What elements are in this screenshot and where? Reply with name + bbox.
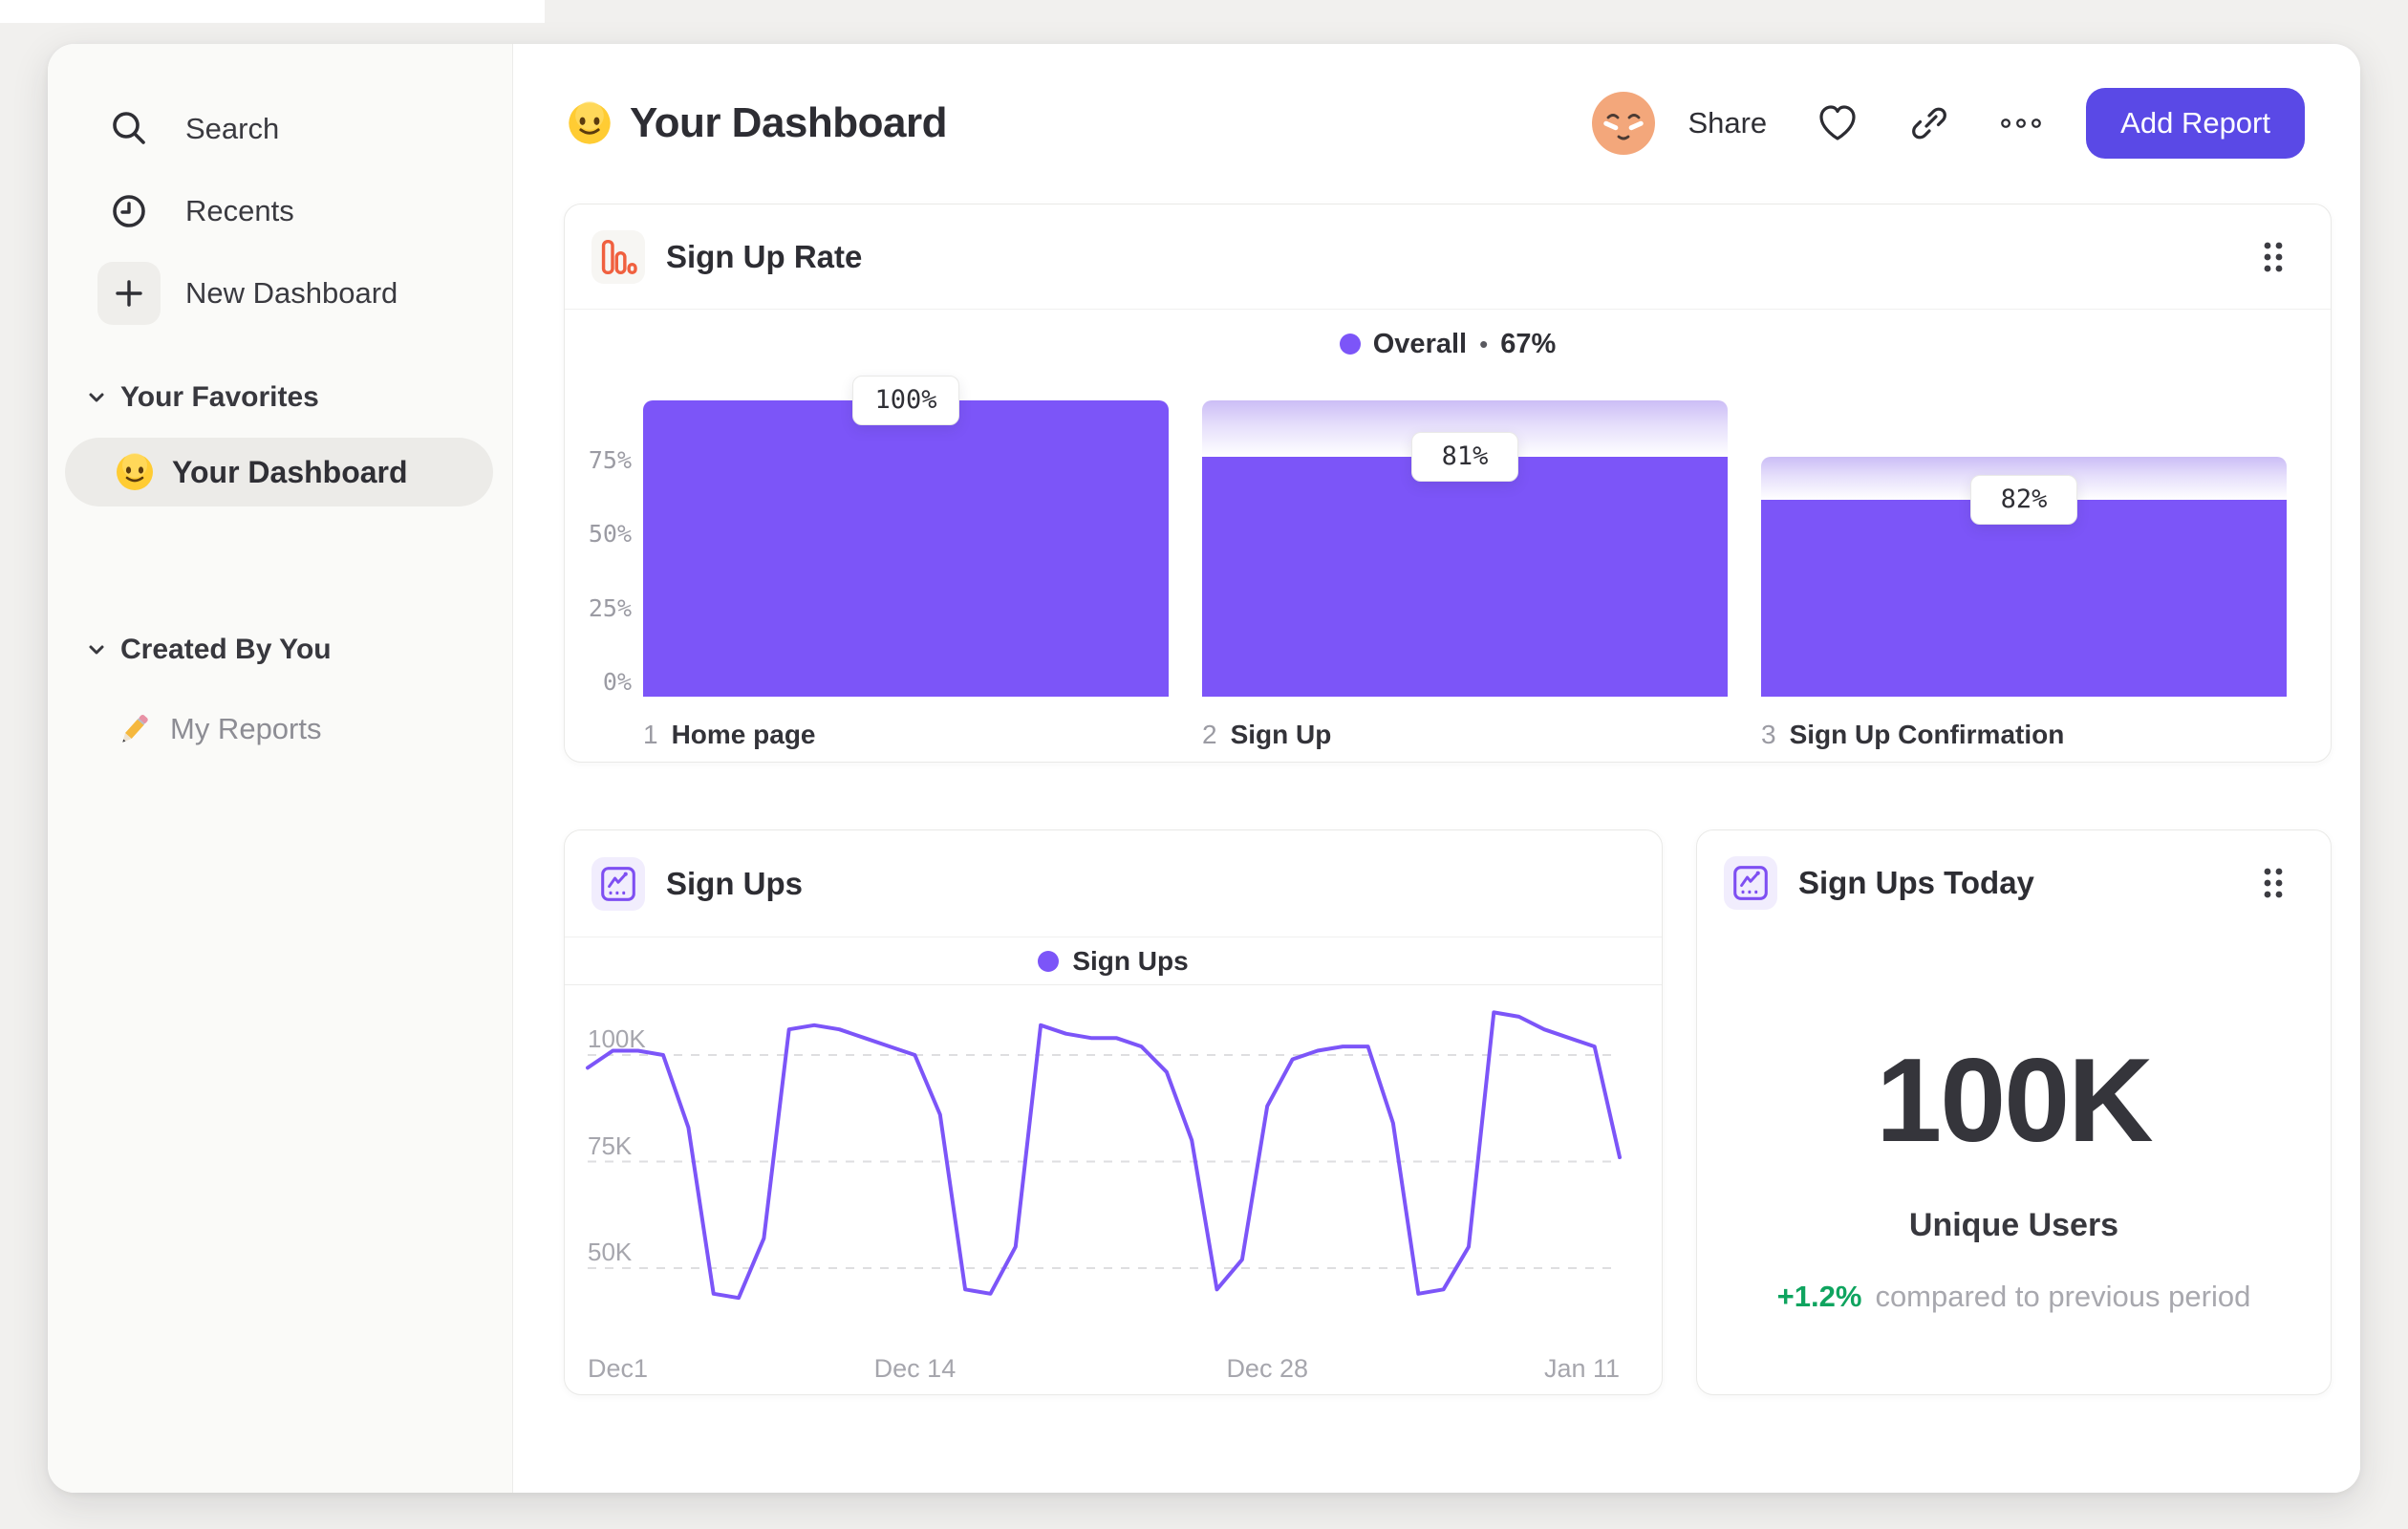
- plus-icon: [97, 262, 161, 325]
- sign-ups-card: Sign Ups Sign Ups 100K 75K 50K Dec1 Dec 14 D…: [564, 829, 1663, 1395]
- funnel-step-name: Sign Up Confirmation: [1789, 720, 2065, 749]
- funnel-step-name: Home page: [671, 720, 816, 749]
- funnel-step-index: 3: [1761, 720, 1776, 749]
- line-y-tick-label: 100K: [588, 1024, 646, 1053]
- line-y-tick-label: 50K: [588, 1238, 633, 1266]
- funnel-bars-icon: [591, 229, 645, 284]
- funnel-conversion-tooltip: 82%: [1970, 475, 2077, 526]
- main-content: Your Dashboard Share Add Report Sign Up …: [513, 44, 2360, 1493]
- funnel-conversion-tooltip: 81%: [1411, 431, 1518, 482]
- funnel-step-index: 2: [1202, 720, 1217, 749]
- legend-separator: •: [1479, 329, 1489, 358]
- line-legend: Sign Ups: [565, 937, 1662, 985]
- line-x-tick-label: Dec 28: [1226, 1354, 1308, 1383]
- legend-overall-value: 67%: [1500, 328, 1557, 359]
- line-x-tick-label: Dec1: [588, 1354, 649, 1383]
- funnel-step-label: 3 Sign Up Confirmation: [1761, 720, 2064, 750]
- line-chart-plot: 100K 75K 50K: [586, 985, 1622, 1346]
- stat-value: 100K: [1876, 1035, 2153, 1167]
- search-icon: [97, 97, 161, 161]
- sidebar-section-your-favorites[interactable]: Your Favorites: [48, 369, 512, 426]
- funnel-y-tick-label: 75%: [588, 445, 632, 474]
- funnel-legend: Overall • 67%: [565, 317, 2331, 371]
- line-x-tick-label: Dec 14: [873, 1354, 957, 1383]
- sidebar-section-created-by-you[interactable]: Created By You: [48, 621, 512, 678]
- legend-series-name: Sign Ups: [1072, 945, 1189, 976]
- app-panel: Search Recents New Dashboard Your Favori…: [48, 44, 2360, 1493]
- drag-handle-icon[interactable]: [2256, 862, 2290, 904]
- sidebar-item-label: New Dashboard: [185, 276, 398, 310]
- funnel-bar-dropoff: [1202, 400, 1728, 457]
- add-report-button[interactable]: Add Report: [2086, 87, 2305, 159]
- sidebar-item-recents[interactable]: Recents: [48, 170, 512, 252]
- sign-ups-today-card: Sign Ups Today 100K Unique Users +1.2% c…: [1696, 829, 2332, 1395]
- sign-up-rate-card: Sign Up Rate Overall • 67% 75% 50% 25% 0% 10…: [564, 204, 2332, 763]
- legend-series-name: Overall: [1372, 328, 1468, 359]
- more-dots-icon[interactable]: [2000, 102, 2042, 144]
- card-header: Sign Ups Today: [1697, 830, 2331, 936]
- avatar[interactable]: [1592, 91, 1656, 155]
- sidebar-item-search[interactable]: Search: [48, 88, 512, 170]
- sidebar-item-label: Search: [185, 112, 280, 145]
- funnel-bar: [1202, 456, 1728, 697]
- funnel-step-index: 1: [643, 720, 658, 749]
- page-title: Your Dashboard: [630, 98, 948, 146]
- stat-sublabel: Unique Users: [1908, 1207, 2119, 1243]
- card-title: Sign Up Rate: [666, 238, 863, 274]
- page-header: Your Dashboard Share Add Report: [513, 44, 2360, 202]
- sidebar-item-new-dashboard[interactable]: New Dashboard: [48, 252, 512, 334]
- funnel-bar: [1761, 500, 2287, 697]
- funnel-step-label: 2 Sign Up: [1202, 720, 1331, 750]
- card-title: Sign Ups: [666, 866, 804, 901]
- copy-link-icon[interactable]: [1908, 102, 1950, 144]
- line-chart-x-axis: Dec1 Dec 14 Dec 28 Jan 11: [588, 1346, 1620, 1390]
- sidebar-item-label: My Reports: [170, 712, 322, 745]
- funnel-y-tick-label: 25%: [588, 593, 632, 622]
- line-chart-icon: [591, 857, 645, 911]
- sidebar-item-your-dashboard[interactable]: Your Dashboard: [65, 438, 493, 506]
- line-y-tick-label: 75K: [588, 1131, 633, 1160]
- funnel-y-tick-label: 0%: [602, 668, 632, 696]
- card-header: Sign Up Rate: [565, 205, 2331, 310]
- funnel-bar: [643, 400, 1169, 697]
- line-x-tick-label: Jan 11: [1543, 1354, 1620, 1383]
- stat-delta: +1.2%: [1776, 1280, 1862, 1313]
- share-button[interactable]: Share: [1688, 106, 1767, 140]
- chevron-down-icon: [82, 635, 111, 664]
- section-label: Your Favorites: [120, 381, 319, 413]
- pencil-emoji-icon: [115, 710, 153, 748]
- sidebar-item-my-reports[interactable]: My Reports: [48, 692, 512, 766]
- drag-handle-icon[interactable]: [2256, 236, 2290, 278]
- sidebar: Search Recents New Dashboard Your Favori…: [48, 44, 513, 1493]
- smiley-emoji-icon: [115, 452, 155, 492]
- stat-delta-note: compared to previous period: [1875, 1280, 2251, 1313]
- favorite-heart-icon[interactable]: [1817, 102, 1859, 144]
- funnel-step-label: 1 Home page: [643, 720, 816, 750]
- legend-dot: [1038, 950, 1060, 972]
- sidebar-item-label: Your Dashboard: [172, 454, 408, 489]
- funnel-bar-dropoff: [1761, 456, 2287, 501]
- smiley-emoji-icon: [567, 100, 613, 146]
- line-chart-icon: [1724, 856, 1777, 910]
- card-header: Sign Ups: [565, 830, 1662, 937]
- legend-dot: [1339, 334, 1361, 355]
- funnel-y-tick-label: 50%: [588, 520, 632, 548]
- stat-delta-row: +1.2% compared to previous period: [1697, 1280, 2331, 1314]
- section-label: Created By You: [120, 634, 332, 665]
- sign-ups-line-svg: [586, 1010, 1622, 1301]
- card-title: Sign Ups Today: [1798, 865, 2034, 900]
- clock-icon: [97, 180, 161, 243]
- funnel-step-name: Sign Up: [1230, 720, 1332, 749]
- window-top-strip: [0, 0, 545, 23]
- chevron-down-icon: [82, 383, 111, 412]
- sidebar-item-label: Recents: [185, 194, 294, 227]
- funnel-conversion-tooltip: 100%: [852, 376, 959, 425]
